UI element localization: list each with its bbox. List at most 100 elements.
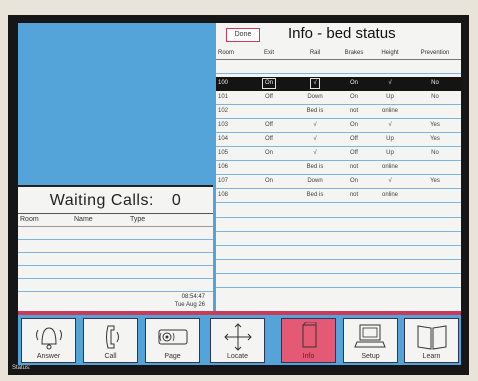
- page-button[interactable]: Page: [145, 318, 200, 363]
- cell-exit: On: [264, 178, 273, 184]
- waiting-calls-panel: Waiting Calls: 0 Room Name Type 08:54:47 …: [18, 185, 213, 313]
- table-row-spacer: [216, 73, 461, 74]
- cell-brakes: Off: [350, 150, 358, 156]
- cell-prevention: No: [431, 80, 439, 86]
- learn-button[interactable]: Learn: [404, 318, 459, 363]
- cell-exit: Off: [265, 122, 273, 128]
- cell-height: Up: [386, 136, 394, 142]
- cell-height: √: [388, 178, 392, 184]
- cell-height: Up: [386, 94, 394, 100]
- screen: Waiting Calls: 0 Room Name Type 08:54:47 …: [18, 23, 461, 365]
- cell-exit-value: On: [261, 78, 276, 89]
- answer-label: Answer: [36, 353, 61, 360]
- waiting-calls-label: Waiting Calls:: [49, 192, 154, 209]
- locate-button[interactable]: Locate: [210, 318, 265, 363]
- call-button[interactable]: Call: [83, 318, 138, 363]
- list-item[interactable]: [18, 239, 213, 240]
- bell-icon: [36, 327, 62, 350]
- clock: 08:54:47 Tue Aug 26: [175, 293, 205, 309]
- table-row-empty: [216, 217, 461, 218]
- cell-brakes: On: [349, 178, 358, 184]
- cell-brakes: not: [349, 108, 359, 114]
- cell-room: 106: [218, 164, 229, 170]
- cell-brakes: not: [349, 192, 359, 198]
- cell-rail: Bed is: [306, 192, 324, 198]
- cell-brakes: On: [349, 122, 358, 128]
- cell-rail-value: √: [310, 78, 320, 89]
- clock-date: Tue Aug 26: [174, 302, 205, 308]
- open-book-icon: [417, 325, 447, 350]
- done-button[interactable]: Done: [226, 28, 260, 42]
- waiting-calls-title: Waiting Calls: 0: [18, 189, 213, 213]
- list-item[interactable]: [18, 278, 213, 279]
- waiting-calls-count: 0: [171, 192, 182, 209]
- locate-label: Locate: [226, 353, 249, 360]
- table-row[interactable]: 108 Bed is not online: [216, 189, 461, 203]
- info-button[interactable]: Info: [281, 318, 336, 363]
- cell-room: 100: [218, 80, 229, 86]
- table-row[interactable]: 101 Off Down On Up No: [216, 91, 461, 105]
- cell-brakes: not: [349, 164, 359, 170]
- cell-rail: √: [313, 136, 317, 142]
- table-row[interactable]: 104 Off √ Off Up Yes: [216, 133, 461, 147]
- nurse-call-terminal: Waiting Calls: 0 Room Name Type 08:54:47 …: [8, 15, 469, 375]
- cell-room: 107: [218, 178, 229, 184]
- waiting-calls-header: Room Name Type: [18, 213, 213, 227]
- setup-label: Setup: [361, 353, 380, 360]
- answer-button[interactable]: Answer: [21, 318, 76, 363]
- cell-room: 103: [218, 122, 229, 128]
- bed-status-header: Room Exit Rail Brakes Height Prevention: [216, 47, 461, 60]
- setup-button[interactable]: Setup: [343, 318, 398, 363]
- phone-icon: [106, 325, 119, 349]
- cell-prevention: Yes: [430, 136, 440, 142]
- cell-rail: √: [313, 122, 317, 128]
- cell-brakes: On: [349, 80, 358, 86]
- cell-height: √: [388, 122, 392, 128]
- cell-exit: Off: [265, 94, 273, 100]
- table-row[interactable]: 102 Bed is not online: [216, 105, 461, 119]
- list-item[interactable]: [18, 252, 213, 253]
- display-area: [18, 23, 213, 183]
- cell-height: online: [381, 192, 398, 198]
- table-row[interactable]: 106 Bed is not online: [216, 161, 461, 175]
- cell-exit: On: [264, 150, 273, 156]
- document-icon: [302, 322, 317, 348]
- cell-rail: √: [300, 77, 330, 90]
- cell-rail: Down: [307, 178, 323, 184]
- table-row[interactable]: 103 Off √ On √ Yes: [216, 119, 461, 133]
- cell-room: 108: [218, 192, 229, 198]
- table-row[interactable]: 107 On Down On √ Yes: [216, 175, 461, 189]
- table-row-empty: [216, 259, 461, 260]
- status-label: Status:: [12, 365, 31, 371]
- table-row[interactable]: 100 On √ On √ No: [216, 77, 461, 91]
- list-item[interactable]: [18, 291, 213, 292]
- info-panel: Done Info - bed status Room Exit Rail Br…: [216, 23, 461, 311]
- cell-room: 101: [218, 94, 229, 100]
- cell-room: 102: [218, 108, 229, 114]
- move-arrows-icon: [224, 323, 252, 351]
- toolbar: Answer Call Page Locate Info Setup Learn: [18, 315, 461, 365]
- computer-icon: [354, 324, 386, 348]
- page-title: Info - bed status: [288, 25, 396, 42]
- list-item[interactable]: [18, 265, 213, 266]
- info-label: Info: [302, 353, 315, 360]
- cell-height: Up: [386, 150, 394, 156]
- learn-label: Learn: [422, 353, 441, 360]
- col-prevention: Prevention: [420, 50, 450, 56]
- table-row-empty: [216, 231, 461, 232]
- cell-rail: Down: [307, 94, 323, 100]
- table-row[interactable]: 105 On √ Off Up No: [216, 147, 461, 161]
- cell-exit: On: [254, 77, 284, 90]
- cell-prevention: No: [431, 150, 439, 156]
- table-row-empty: [216, 273, 461, 274]
- cell-height: √: [388, 80, 392, 86]
- info-title-bar: Done Info - bed status: [216, 23, 461, 47]
- col-height: Height: [381, 50, 399, 56]
- cell-room: 104: [218, 136, 229, 142]
- cell-height: online: [381, 108, 398, 114]
- cell-brakes: On: [349, 94, 358, 100]
- col-exit: Exit: [263, 50, 274, 56]
- cell-rail: √: [313, 150, 317, 156]
- table-row-empty: [216, 245, 461, 246]
- cell-exit: Off: [265, 136, 273, 142]
